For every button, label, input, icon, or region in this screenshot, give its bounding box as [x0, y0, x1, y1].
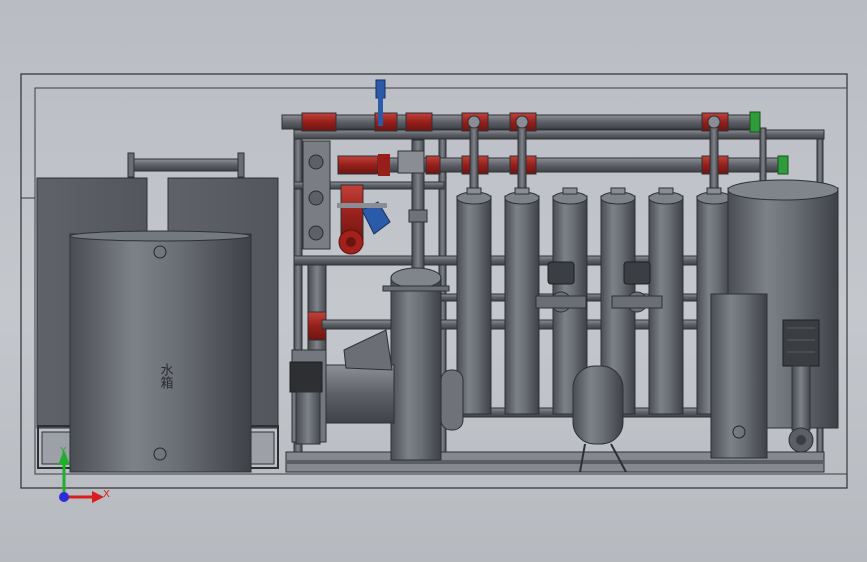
horizontal-pump	[289, 329, 395, 445]
assembly-drawing: 水箱 Y X	[20, 73, 848, 503]
origin-z-marker	[59, 492, 69, 502]
cad-viewport[interactable]: 水箱 Y X	[0, 0, 867, 562]
x-axis-label: X	[103, 489, 110, 500]
filter-vessel-right	[710, 293, 768, 459]
tank-label: 水箱	[158, 363, 174, 389]
y-axis-label: Y	[59, 446, 67, 457]
water-tank: 水箱	[69, 230, 252, 473]
